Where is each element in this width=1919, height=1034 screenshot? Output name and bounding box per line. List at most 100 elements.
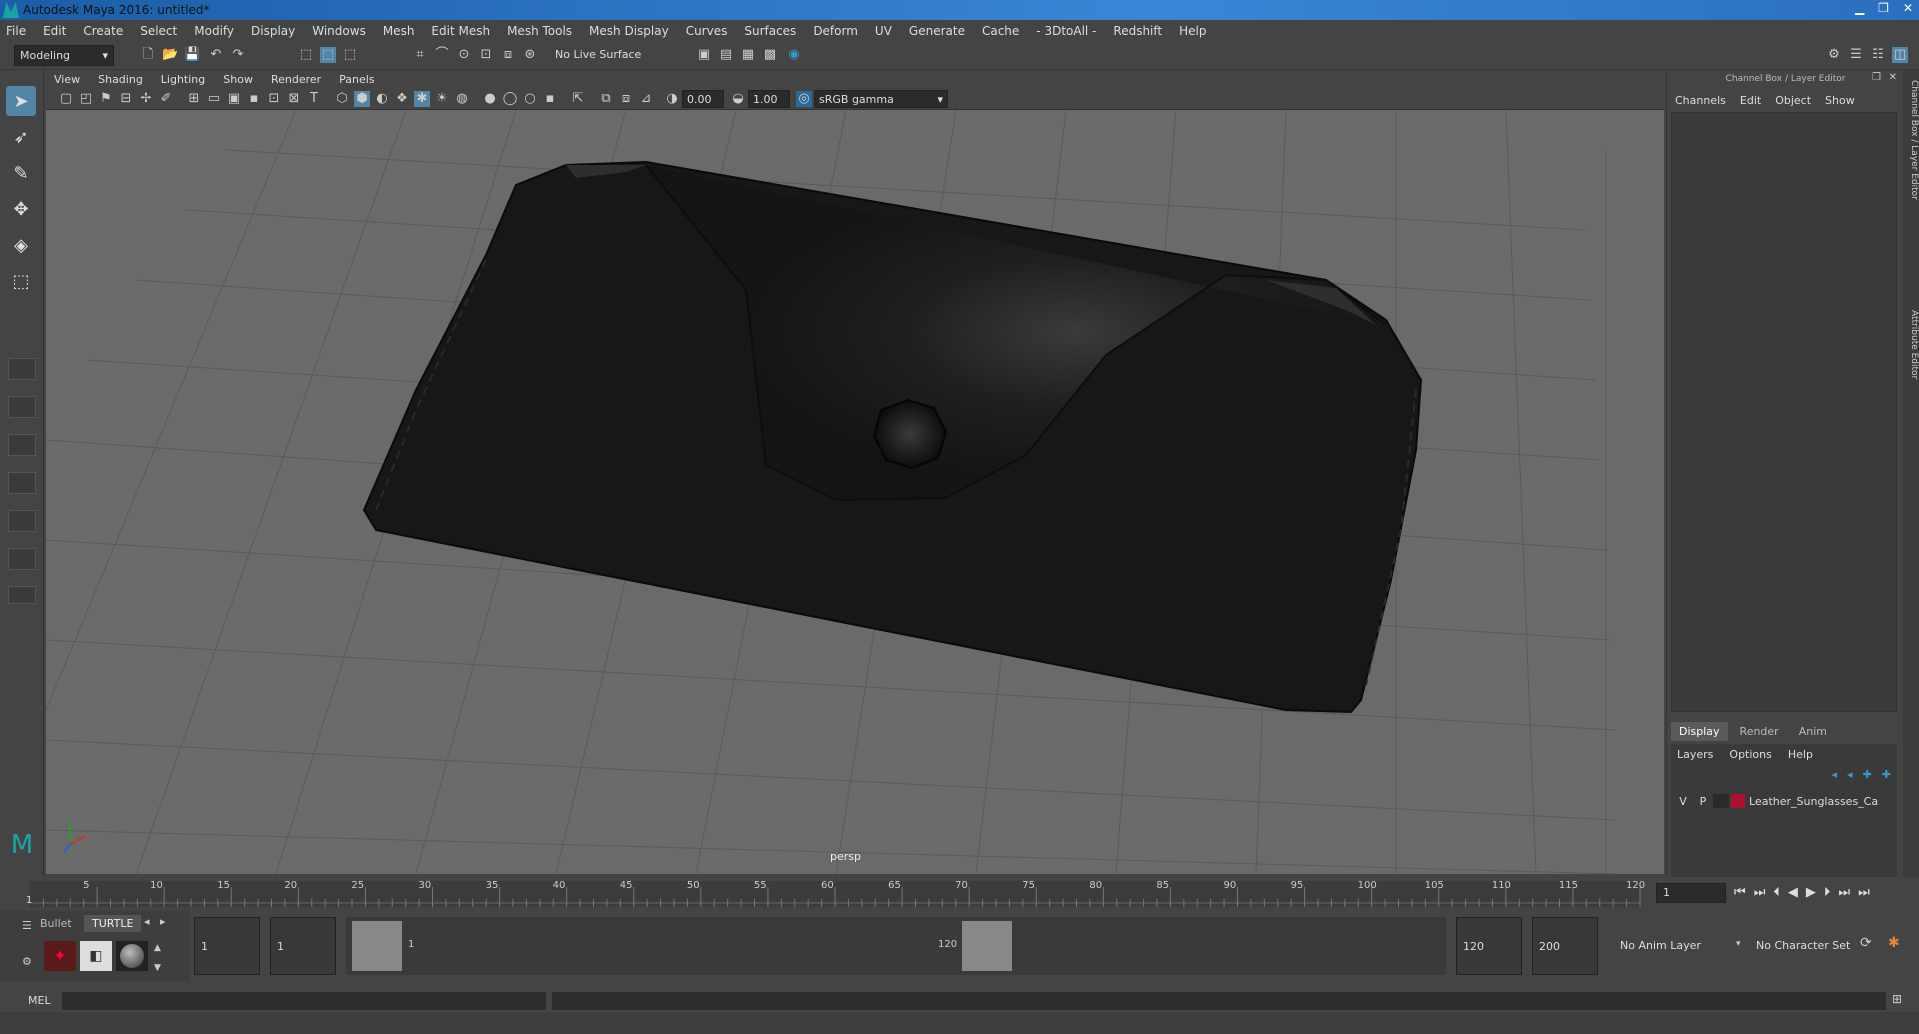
bookmark-icon[interactable]: ⚑ [98, 91, 114, 107]
side-tab-channel-box[interactable]: Channel Box / Layer Editor [1903, 80, 1919, 200]
backface-icon[interactable]: ⊿ [638, 91, 654, 107]
xray-joints-icon[interactable]: ⧉ [598, 91, 614, 107]
snap-curve-icon[interactable]: ⌒ [434, 47, 450, 63]
range-slider-track[interactable]: 1 120 [346, 917, 1446, 975]
shelf-scroll-up-icon[interactable]: ▲ [154, 943, 161, 953]
two-pane-layout-icon[interactable] [8, 434, 36, 456]
lasso-tool-icon[interactable]: ➶ [6, 122, 36, 152]
undo-icon[interactable]: ↶ [208, 47, 224, 63]
layer-down-icon[interactable]: ◂ [1847, 768, 1853, 781]
menu-redshift[interactable]: Redshift [1113, 24, 1162, 38]
render-settings-icon[interactable]: ▦ [740, 47, 756, 63]
play-back-icon[interactable]: ◀ [1788, 885, 1798, 900]
channel-box-icon[interactable]: ◫ [1892, 47, 1908, 63]
shelf-tab-turtle[interactable]: TURTLE [84, 915, 142, 932]
resolution-gate-icon[interactable]: ▣ [226, 91, 242, 107]
shadows-icon[interactable]: ☀ [434, 91, 450, 107]
workspace-icon[interactable]: ⚙ [1826, 47, 1842, 63]
gamma-field[interactable]: 1.00 [748, 90, 790, 108]
object-menu[interactable]: Object [1775, 94, 1811, 107]
menu-modify[interactable]: Modify [194, 24, 234, 38]
wireframe-on-shaded-icon[interactable]: ◐ [374, 91, 390, 107]
textured-icon[interactable]: ❖ [394, 91, 410, 107]
layer-visibility-toggle[interactable]: V [1673, 795, 1693, 808]
persp-graph-layout-icon[interactable] [8, 510, 36, 532]
viewport-3d-scene[interactable]: persp [46, 110, 1664, 874]
new-layer-selected-icon[interactable]: ✚ [1882, 768, 1891, 781]
current-frame-field[interactable]: 1 [1656, 883, 1726, 903]
select-object-icon[interactable]: ⬚ [320, 47, 336, 63]
menu-surfaces[interactable]: Surfaces [744, 24, 796, 38]
motion-blur-icon[interactable]: ● [482, 91, 498, 107]
layer-color-swatch[interactable] [1731, 794, 1745, 808]
maximize-icon[interactable]: ❐ [1878, 1, 1889, 15]
colorspace-dropdown[interactable]: sRGB gamma ▾ [814, 90, 948, 108]
tab-render[interactable]: Render [1732, 722, 1787, 741]
step-back-key-icon[interactable]: ⏭ [1754, 885, 1766, 900]
grease-pencil-icon[interactable]: ✐ [158, 91, 174, 107]
menu-windows[interactable]: Windows [312, 24, 366, 38]
gamma-icon[interactable]: ◒ [730, 91, 746, 107]
2d-pan-icon[interactable]: ✢ [138, 91, 154, 107]
range-start-handle[interactable] [352, 921, 402, 971]
menu-edit-mesh[interactable]: Edit Mesh [431, 24, 490, 38]
shelf-settings-icon[interactable]: ⚙ [22, 955, 32, 968]
layer-name[interactable]: Leather_Sunglasses_Case [1749, 795, 1879, 808]
camera-attr-icon[interactable]: ◰ [78, 91, 94, 107]
float-panel-icon[interactable]: ❐ [1872, 72, 1881, 83]
vp-menu-renderer[interactable]: Renderer [271, 73, 321, 86]
menu-generate[interactable]: Generate [909, 24, 965, 38]
help-menu[interactable]: Help [1788, 748, 1813, 761]
go-to-start-icon[interactable]: ⏮ [1734, 885, 1746, 900]
snap-live-icon[interactable]: ⊛ [522, 47, 538, 63]
layer-up-icon[interactable]: ◂ [1832, 768, 1838, 781]
vp-menu-view[interactable]: View [54, 73, 80, 86]
new-layer-icon[interactable]: ✚ [1863, 768, 1872, 781]
edit-menu[interactable]: Edit [1740, 94, 1761, 107]
select-tool-icon[interactable]: ➤ [6, 86, 36, 116]
time-ruler[interactable]: 5 10 15 20 25 30 35 40 45 50 55 60 65 70 75 80 85 90 95 100… [0, 877, 1650, 911]
isolate-select-icon[interactable]: ▪ [542, 91, 558, 107]
scale-tool-icon[interactable]: ⬚ [6, 266, 36, 296]
select-hierarchy-icon[interactable]: ⬚ [298, 47, 314, 63]
playback-start-field[interactable]: 1 [270, 917, 336, 975]
wireframe-icon[interactable]: ⬡ [334, 91, 350, 107]
paint-select-icon[interactable]: ✎ [6, 158, 36, 188]
layer-type-toggle[interactable] [1713, 794, 1729, 808]
vp-menu-show[interactable]: Show [223, 73, 253, 86]
go-to-end-icon[interactable]: ⏭ [1858, 885, 1870, 900]
layer-row[interactable]: V P Leather_Sunglasses_Case [1673, 792, 1895, 810]
close-panel-icon[interactable]: ✕ [1889, 72, 1897, 83]
camera-icon[interactable]: ▢ [58, 91, 74, 107]
character-set-dropdown[interactable]: No Character Set [1750, 917, 1860, 975]
xray-icon[interactable]: ⇱ [570, 91, 586, 107]
select-component-icon[interactable]: ⬚ [342, 47, 358, 63]
options-menu[interactable]: Options [1729, 748, 1771, 761]
snap-view-icon[interactable]: ⊡ [478, 47, 494, 63]
playback-end-field[interactable]: 120 [1456, 917, 1522, 975]
snap-surface-icon[interactable]: ⧈ [500, 47, 516, 63]
single-pane-layout-icon[interactable] [8, 358, 36, 380]
menu-cache[interactable]: Cache [982, 24, 1019, 38]
toggle-panel-icon[interactable]: ☰ [1848, 47, 1864, 63]
script-editor-icon[interactable]: ⊞ [1892, 992, 1902, 1006]
step-forward-key-icon[interactable]: ⏭ [1838, 885, 1850, 900]
channel-list[interactable] [1671, 112, 1897, 712]
snap-grid-icon[interactable]: ⌗ [412, 47, 428, 63]
shelf-tab-right-icon[interactable]: ▸ [160, 915, 166, 928]
vp-menu-lighting[interactable]: Lighting [161, 73, 205, 86]
outliner-icon[interactable]: ☷ [1870, 47, 1886, 63]
menu-mesh-tools[interactable]: Mesh Tools [507, 24, 572, 38]
command-input[interactable] [62, 992, 546, 1010]
anim-end-field[interactable]: 200 [1532, 917, 1598, 975]
four-pane-layout-icon[interactable] [8, 396, 36, 418]
rotate-tool-icon[interactable]: ◈ [6, 230, 36, 260]
close-icon[interactable]: ✕ [1903, 1, 1913, 15]
menu-curves[interactable]: Curves [686, 24, 728, 38]
snap-point-icon[interactable]: ⊙ [456, 47, 472, 63]
open-scene-icon[interactable]: 📂 [162, 47, 178, 63]
shelf-tab-left-icon[interactable]: ◂ [144, 915, 150, 928]
new-scene-icon[interactable]: 🗋 [140, 47, 156, 63]
menu-mesh-display[interactable]: Mesh Display [589, 24, 669, 38]
menu-3dtoall[interactable]: - 3DtoAll - [1036, 24, 1096, 38]
